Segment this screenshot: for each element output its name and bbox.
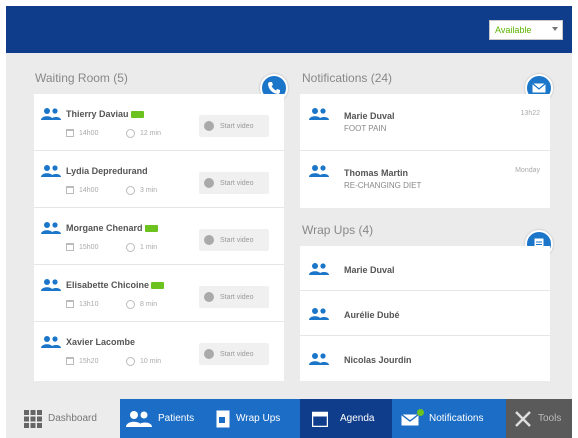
- notification-name: Thomas Martin: [344, 168, 409, 178]
- tools-icon: [515, 410, 531, 427]
- tab-wrapups[interactable]: Wrap Ups: [208, 399, 300, 438]
- wrapups-panel: Marie Duval Aurélie Dubé Nicolas Jourdin: [300, 246, 550, 381]
- tab-notifications[interactable]: Notifications: [392, 399, 506, 438]
- person-icon: [41, 165, 61, 177]
- video-camera-icon: [204, 292, 214, 302]
- waiting-room-title: Waiting Room (5): [35, 71, 128, 85]
- notification-name: Marie Duval: [344, 111, 395, 121]
- availability-value: Available: [495, 25, 532, 35]
- tab-wrapups-label: Wrap Ups: [236, 413, 281, 424]
- start-video-button[interactable]: Start video: [199, 229, 269, 251]
- grid-icon: [24, 409, 42, 428]
- chevron-down-icon: [552, 27, 558, 31]
- patient-name: Morgane Chenard: [66, 223, 143, 233]
- availability-select[interactable]: Available: [489, 20, 563, 40]
- person-icon: [41, 108, 61, 120]
- notification-time: 13h22: [520, 110, 540, 117]
- clock-icon: [126, 243, 135, 252]
- person-icon: [41, 336, 61, 348]
- wait-time: 3 min: [140, 187, 158, 194]
- calendar-icon: [66, 186, 74, 194]
- waiting-row[interactable]: Thierry Daviau 14h00 12 min Start video: [34, 94, 284, 151]
- calendar-icon: [66, 300, 74, 308]
- new-badge: [151, 282, 165, 290]
- wrapup-item[interactable]: Nicolas Jourdin: [300, 336, 550, 381]
- calendar-icon: [66, 357, 74, 365]
- notification-dot: [417, 408, 424, 416]
- wait-time: 10 min: [140, 358, 162, 365]
- patient-name: Elisabette Chicoine: [66, 280, 150, 290]
- clock-icon: [126, 186, 135, 195]
- video-camera-icon: [204, 178, 214, 188]
- tab-patients[interactable]: Patients: [120, 399, 208, 438]
- appointment-time: 13h10: [79, 300, 99, 308]
- notification-detail: FOOT PAIN: [344, 124, 387, 133]
- new-badge: [130, 111, 144, 119]
- tab-tools[interactable]: Tools: [506, 399, 572, 438]
- start-video-button[interactable]: Start video: [199, 286, 269, 308]
- person-icon: [309, 165, 329, 177]
- calendar-icon: [66, 243, 74, 251]
- notifications-panel: Marie Duval FOOT PAIN 13h22 Thomas Marti…: [300, 94, 550, 208]
- appointment-time: 15h20: [79, 357, 99, 365]
- notification-item[interactable]: Thomas Martin RE-CHANGING DIET Monday: [300, 151, 550, 208]
- top-bar: Available: [6, 6, 572, 53]
- wrapup-name: Nicolas Jourdin: [344, 355, 412, 365]
- clock-icon: [126, 129, 135, 138]
- person-icon: [41, 279, 61, 291]
- person-icon: [309, 308, 329, 320]
- waiting-row[interactable]: Morgane Chenard 15h00 1 min Start video: [34, 208, 284, 265]
- bottom-tab-bar: Dashboard Patients Wrap Ups Agenda Notif…: [6, 399, 572, 438]
- waiting-row[interactable]: Xavier Lacombe 15h20 10 min Start video: [34, 322, 284, 379]
- patient-name: Xavier Lacombe: [66, 337, 136, 347]
- person-icon: [309, 353, 329, 365]
- notifications-title: Notifications (24): [302, 71, 393, 85]
- wrapup-item[interactable]: Aurélie Dubé: [300, 291, 550, 336]
- tab-agenda[interactable]: Agenda: [300, 399, 392, 438]
- patient-name: Thierry Daviau: [66, 109, 129, 119]
- appointment-time: 14h00: [79, 186, 99, 194]
- video-camera-icon: [204, 121, 214, 131]
- tab-dashboard[interactable]: Dashboard: [6, 399, 120, 438]
- wrapup-name: Aurélie Dubé: [344, 310, 400, 320]
- start-video-button[interactable]: Start video: [199, 343, 269, 365]
- start-video-button[interactable]: Start video: [199, 172, 269, 194]
- waiting-row[interactable]: Lydia Depredurand 14h00 3 min Start vide…: [34, 151, 284, 208]
- appointment-time: 15h00: [79, 243, 99, 251]
- waiting-room-panel: Thierry Daviau 14h00 12 min Start video …: [34, 94, 284, 381]
- people-icon: [126, 410, 152, 427]
- wait-time: 1 min: [140, 244, 158, 251]
- tab-dashboard-label: Dashboard: [48, 413, 97, 424]
- clock-icon: [126, 300, 135, 309]
- wait-time: 8 min: [140, 301, 158, 308]
- tab-patients-label: Patients: [158, 413, 195, 424]
- envelope-icon: [401, 408, 424, 426]
- wrapups-title: Wrap Ups (4): [302, 223, 374, 237]
- app-window: Available Waiting Room (5) Thierry Davia…: [6, 6, 572, 438]
- video-camera-icon: [204, 349, 214, 359]
- person-icon: [309, 263, 329, 275]
- appointment-time: 14h00: [79, 129, 99, 137]
- notification-detail: RE-CHANGING DIET: [344, 181, 422, 190]
- notification-item[interactable]: Marie Duval FOOT PAIN 13h22: [300, 94, 550, 151]
- wrapup-item[interactable]: Marie Duval: [300, 246, 550, 291]
- tab-notifications-label: Notifications: [429, 413, 484, 424]
- tab-agenda-label: Agenda: [340, 413, 375, 424]
- calendar-icon: [312, 411, 328, 427]
- video-camera-icon: [204, 235, 214, 245]
- tab-tools-label: Tools: [538, 413, 562, 424]
- start-video-button[interactable]: Start video: [199, 115, 269, 137]
- person-icon: [309, 108, 329, 120]
- calendar-icon: [66, 129, 74, 137]
- waiting-row[interactable]: Elisabette Chicoine 13h10 8 min Start vi…: [34, 265, 284, 322]
- wrapup-name: Marie Duval: [344, 265, 395, 275]
- notification-time: Monday: [515, 167, 540, 174]
- wait-time: 12 min: [140, 130, 162, 137]
- clock-icon: [126, 357, 135, 366]
- new-badge: [144, 225, 158, 233]
- document-icon: [216, 410, 230, 427]
- patient-name: Lydia Depredurand: [66, 166, 148, 176]
- person-icon: [41, 222, 61, 234]
